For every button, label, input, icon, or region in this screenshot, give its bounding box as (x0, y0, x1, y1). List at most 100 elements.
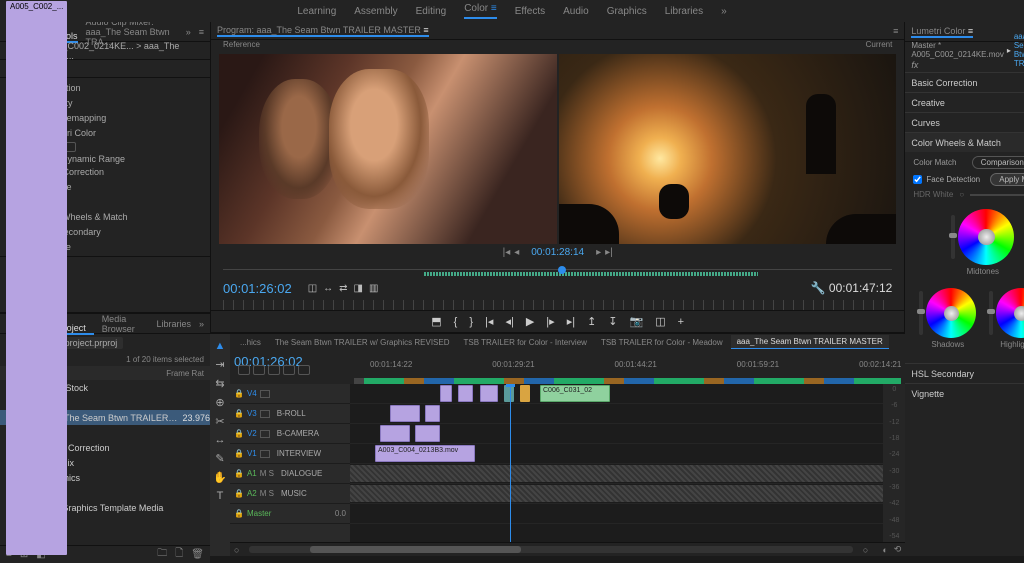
add-marker-icon[interactable]: ⬒ (428, 315, 444, 328)
split-icon[interactable]: ◨ (354, 283, 363, 294)
lum-sec-creative[interactable]: Creative☑ (905, 92, 1024, 112)
program-menu-icon[interactable]: ≡ (893, 26, 898, 36)
playhead[interactable] (510, 384, 511, 542)
col-framerate[interactable]: Frame Rat (166, 369, 204, 378)
clip[interactable] (504, 385, 514, 402)
step-fwd-icon[interactable]: ▸ (596, 247, 601, 258)
ws-libraries[interactable]: Libraries (665, 6, 703, 17)
current-viewer[interactable] (559, 54, 897, 244)
program-scrubber[interactable] (223, 264, 892, 276)
ws-effects[interactable]: Effects (515, 6, 545, 17)
clip-c006[interactable]: C006_C031_02 (540, 385, 610, 402)
highlights-wheel[interactable] (996, 288, 1024, 338)
ws-color[interactable]: Color ≡ (464, 3, 497, 19)
seq-tab-2[interactable]: TSB TRAILER for Color - Interview (457, 336, 592, 349)
clip[interactable] (458, 385, 473, 402)
track-head-a1[interactable]: 🔒A1M SDIALOGUE (230, 464, 350, 484)
tl-opt-3[interactable] (268, 365, 280, 375)
pen-tool-icon[interactable]: ✎ (215, 452, 224, 465)
lum-sec-basic[interactable]: Basic Correction☑ (905, 72, 1024, 92)
lum-sec-wheels[interactable]: Color Wheels & Match☑ (905, 132, 1024, 152)
out-icon[interactable]: } (466, 316, 476, 328)
tl-opt-5[interactable] (298, 365, 310, 375)
wipe-icon[interactable]: ▥ (369, 283, 378, 294)
midtones-luma-slider[interactable] (951, 215, 955, 259)
clip[interactable] (440, 385, 452, 402)
track-head-v4[interactable]: 🔒V4 (230, 384, 350, 404)
clip[interactable] (415, 425, 440, 442)
clip[interactable] (480, 385, 498, 402)
go-in-icon[interactable]: |◂ (482, 315, 496, 328)
ws-editing[interactable]: Editing (416, 6, 447, 17)
swap-icon[interactable]: ⇄ (339, 283, 347, 294)
program-ruler[interactable] (223, 300, 892, 310)
lock-icon[interactable]: 🔒 (234, 389, 244, 398)
track-head-v2[interactable]: 🔒V2B-CAMERA (230, 424, 350, 444)
scrubber-timecode[interactable]: 00:01:28:14 (531, 247, 584, 258)
track-head-v3[interactable]: 🔒V3B-ROLL (230, 404, 350, 424)
tl-opt-2[interactable] (253, 365, 265, 375)
reference-viewer[interactable] (219, 54, 557, 244)
next-edit-icon[interactable]: ▸| (605, 247, 613, 258)
hdr-white-slider[interactable] (970, 194, 1024, 196)
type-tool-icon[interactable]: T (217, 490, 224, 502)
seq-tab-4[interactable]: aaa_The Seam Btwn TRAILER MASTER (731, 335, 889, 349)
tl-util-1[interactable]: ◐ (882, 545, 887, 555)
panel-overflow-icon[interactable]: » (186, 27, 191, 37)
tab-libraries[interactable]: Libraries (156, 319, 191, 329)
highlights-luma-slider[interactable] (989, 291, 993, 335)
selection-tool-icon[interactable]: ▲ (215, 340, 226, 352)
ws-audio[interactable]: Audio (563, 6, 589, 17)
lum-sec-curves[interactable]: Curves☑ (905, 112, 1024, 132)
new-bin-icon[interactable]: 🗀 (157, 546, 167, 563)
panel-menu-icon[interactable]: ≡ (199, 27, 204, 37)
slip-tool-icon[interactable]: ↔ (215, 434, 226, 446)
step-back-icon[interactable]: ◂ (514, 247, 519, 258)
seq-tab-1[interactable]: The Seam Btwn TRAILER w/ Graphics REVISE… (269, 336, 456, 349)
track-lanes[interactable]: C006_C031_02 A003_C004_0213B3.mov (350, 384, 883, 542)
ripple-tool-icon[interactable]: ⇆ (215, 377, 224, 390)
comparison-view-button[interactable]: Comparison View (972, 156, 1024, 169)
proj-overflow-icon[interactable]: » (199, 319, 204, 329)
clip[interactable] (380, 425, 410, 442)
seq-tab-3[interactable]: TSB TRAILER for Color - Meadow (595, 336, 729, 349)
track-select-tool-icon[interactable]: ⇥ (215, 358, 224, 371)
frame-fwd-icon[interactable]: |▸ (543, 315, 557, 328)
lift-icon[interactable]: ↥ (584, 315, 599, 328)
settings-icon[interactable]: + (675, 316, 687, 328)
lum-sec-hsl[interactable]: HSL Secondary☑ (905, 363, 1024, 383)
ws-learning[interactable]: Learning (297, 6, 336, 17)
lock-icon[interactable]: 🔒 (234, 429, 244, 438)
lum-sec-vignette[interactable]: Vignette☑ (905, 383, 1024, 403)
tab-lumetri[interactable]: Lumetri Color ≡ (911, 26, 973, 38)
tl-util-2[interactable]: ⟲ (894, 544, 902, 555)
lock-icon[interactable]: 🔒 (234, 469, 244, 478)
program-timecode-in[interactable]: 00:01:26:02 (223, 281, 292, 296)
compare-view-icon[interactable]: ◫ (308, 283, 317, 294)
fit-icon[interactable]: ↔ (323, 283, 333, 294)
clip[interactable] (520, 385, 530, 402)
seq-tab-0[interactable]: ...hics (234, 336, 267, 349)
track-head-a2[interactable]: 🔒A2M SMUSIC (230, 484, 350, 504)
timeline-zoom-bar[interactable] (249, 546, 852, 553)
ws-overflow-icon[interactable]: » (721, 6, 727, 17)
delete-icon[interactable]: 🗑 (191, 549, 204, 560)
rolling-tool-icon[interactable]: ⊕ (215, 396, 224, 409)
apply-match-button[interactable]: Apply Match (990, 173, 1024, 186)
tl-opt-1[interactable] (238, 365, 250, 375)
ws-graphics[interactable]: Graphics (607, 6, 647, 17)
shadows-wheel[interactable] (926, 288, 976, 338)
go-out-icon[interactable]: ▸| (564, 315, 578, 328)
play-icon[interactable]: ▶ (523, 315, 537, 328)
compare-toggle-icon[interactable]: ◫ (652, 315, 668, 328)
zoom-in-icon[interactable]: ○ (863, 545, 868, 555)
prev-edit-icon[interactable]: |◂ (503, 247, 511, 258)
hand-tool-icon[interactable]: ✋ (213, 471, 227, 484)
frame-back-icon[interactable]: ◂| (502, 315, 516, 328)
zoom-out-icon[interactable]: ○ (234, 545, 239, 555)
lock-icon[interactable]: 🔒 (234, 489, 244, 498)
new-item-icon[interactable]: 🗋 (175, 546, 183, 563)
track-head-v1[interactable]: 🔒V1INTERVIEW (230, 444, 350, 464)
ws-assembly[interactable]: Assembly (354, 6, 397, 17)
midtones-wheel[interactable] (958, 209, 1014, 265)
